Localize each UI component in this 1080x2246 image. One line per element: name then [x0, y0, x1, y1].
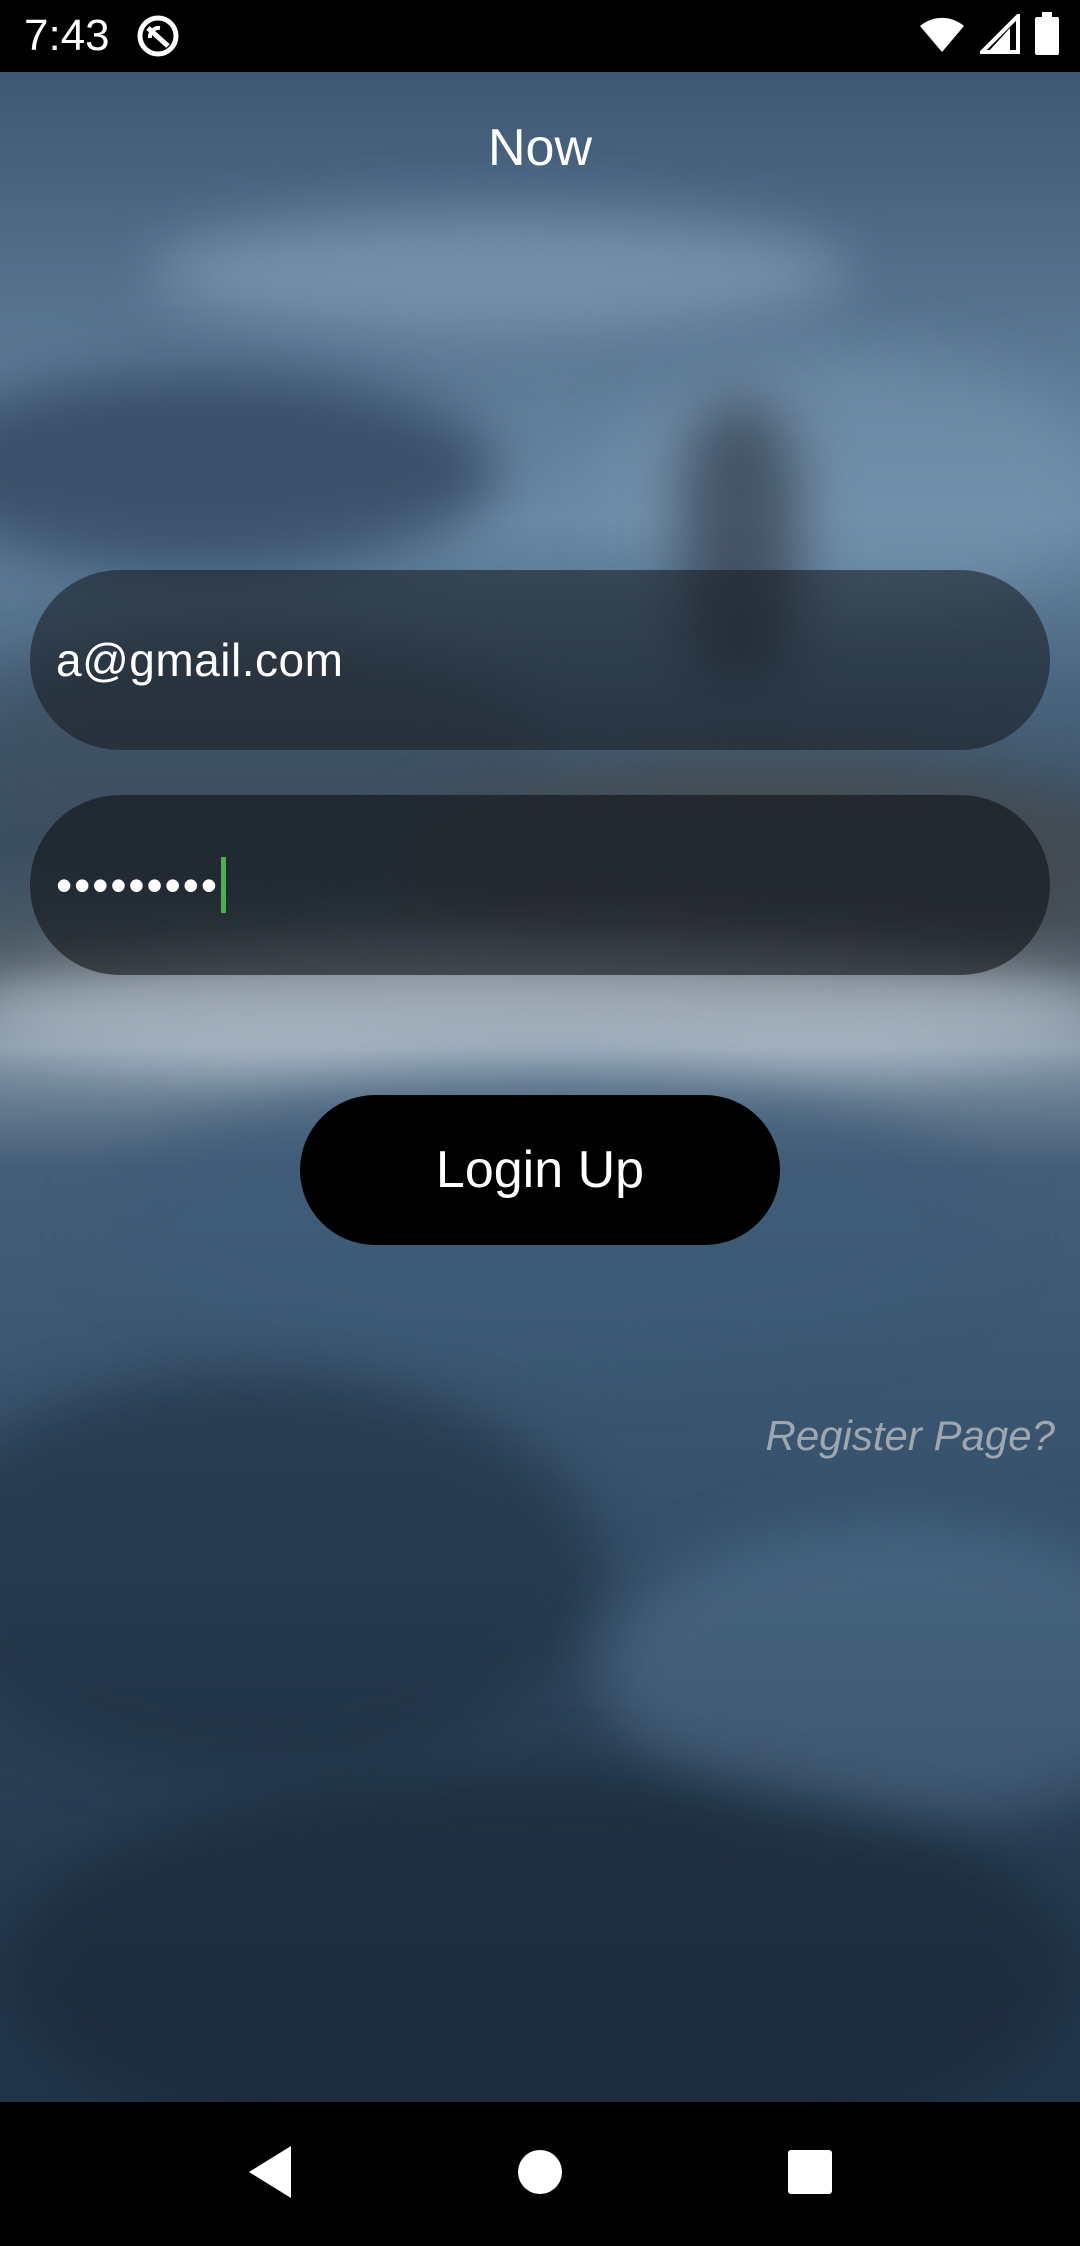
- status-bar: 7:43: [0, 0, 1080, 72]
- home-button[interactable]: [504, 2138, 576, 2210]
- back-icon: [245, 2144, 295, 2205]
- login-screen: 7:43 Now a@gmail.com ••••••••• Login Up …: [0, 0, 1080, 2246]
- recents-icon: [787, 2149, 833, 2200]
- signal-icon: [977, 10, 1020, 59]
- password-value: •••••••••: [56, 859, 219, 911]
- password-field[interactable]: •••••••••: [30, 795, 1050, 975]
- status-icons: [918, 10, 1060, 61]
- app-notification-icon: [136, 14, 180, 58]
- register-page-link[interactable]: Register Page?: [765, 1408, 1055, 1464]
- login-button[interactable]: Login Up: [300, 1095, 780, 1245]
- battery-icon: [1034, 11, 1060, 61]
- page-title: Now: [487, 119, 593, 177]
- password-value-wrapper: •••••••••: [56, 857, 226, 913]
- email-field[interactable]: a@gmail.com: [30, 570, 1050, 750]
- back-button[interactable]: [234, 2138, 306, 2210]
- recents-button[interactable]: [774, 2138, 846, 2210]
- navigation-bar: [0, 2102, 1080, 2246]
- email-value: a@gmail.com: [56, 634, 344, 686]
- text-caret: [220, 857, 226, 913]
- background-image: [0, 72, 1080, 2102]
- home-icon: [516, 2148, 564, 2201]
- status-time: 7:43: [24, 11, 110, 60]
- wifi-icon: [918, 14, 966, 59]
